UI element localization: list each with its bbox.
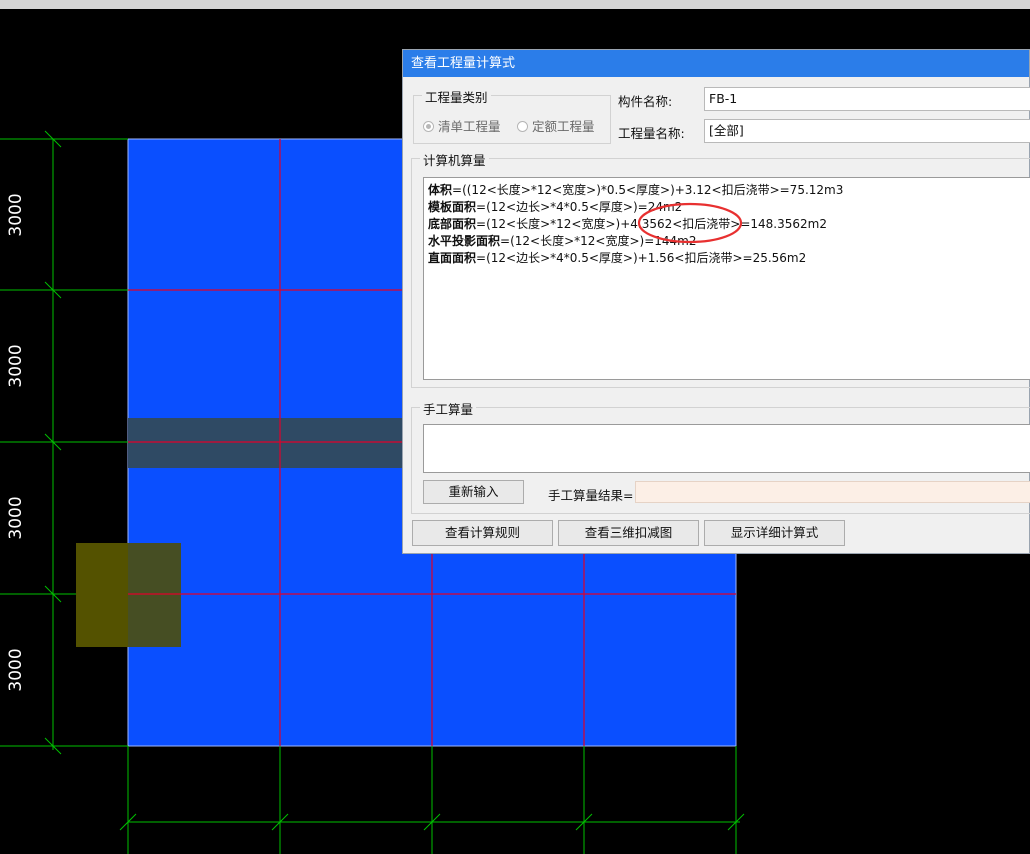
dimension-label-4: 3000	[6, 648, 26, 691]
view-calc-rules-button[interactable]: 查看计算规则	[412, 520, 553, 546]
top-toolbar-strip	[0, 0, 1030, 9]
formula-line-volume: 体积=((12<长度>*12<宽度>)*0.5<厚度>)+3.12<扣后浇带>=…	[428, 183, 844, 197]
show-detail-formula-button[interactable]: 显示详细计算式	[704, 520, 845, 546]
post-pour-strip[interactable]	[128, 418, 404, 468]
column-overlap	[128, 543, 181, 647]
highlight-circle-annotation	[637, 202, 743, 244]
view-3d-deduction-button[interactable]: 查看三维扣减图	[558, 520, 699, 546]
manual-calc-group-title: 手工算量	[420, 399, 477, 418]
formula-line-vertical-area: 直面面积=(12<边长>*4*0.5<厚度>)+1.56<扣后浇带>=25.56…	[428, 251, 807, 265]
manual-result-label: 手工算量结果=	[548, 488, 634, 503]
dimension-label-2: 3000	[6, 344, 26, 387]
radio-bill-quantity[interactable]: 清单工程量	[423, 116, 501, 135]
quantity-type-group-title: 工程量类别	[422, 87, 491, 106]
radio-unchecked-icon	[517, 121, 528, 132]
dimension-label-3: 3000	[6, 496, 26, 539]
dialog-title-bar[interactable]: 查看工程量计算式	[403, 50, 1029, 77]
component-name-field[interactable]: FB-1	[704, 87, 1030, 111]
radio-quota-quantity[interactable]: 定额工程量	[517, 116, 595, 135]
radio-quota-quantity-label: 定额工程量	[532, 119, 595, 134]
component-name-label: 构件名称:	[618, 94, 673, 109]
radio-checked-icon	[423, 121, 434, 132]
manual-calc-input[interactable]	[423, 424, 1030, 473]
dimension-label-1: 3000	[6, 193, 26, 236]
computer-calc-group-title: 计算机算量	[420, 150, 489, 169]
reenter-button[interactable]: 重新输入	[423, 480, 524, 504]
radio-bill-quantity-label: 清单工程量	[438, 119, 501, 134]
quantity-name-field[interactable]: [全部]	[704, 119, 1030, 143]
quantity-type-group: 工程量类别 清单工程量 定额工程量	[413, 87, 611, 144]
quantity-name-label: 工程量名称:	[618, 126, 685, 141]
quantity-formula-dialog: 查看工程量计算式 工程量类别 清单工程量 定额工程量 构件名称: FB-1 工程…	[402, 49, 1030, 554]
manual-result-field[interactable]	[635, 481, 1030, 503]
